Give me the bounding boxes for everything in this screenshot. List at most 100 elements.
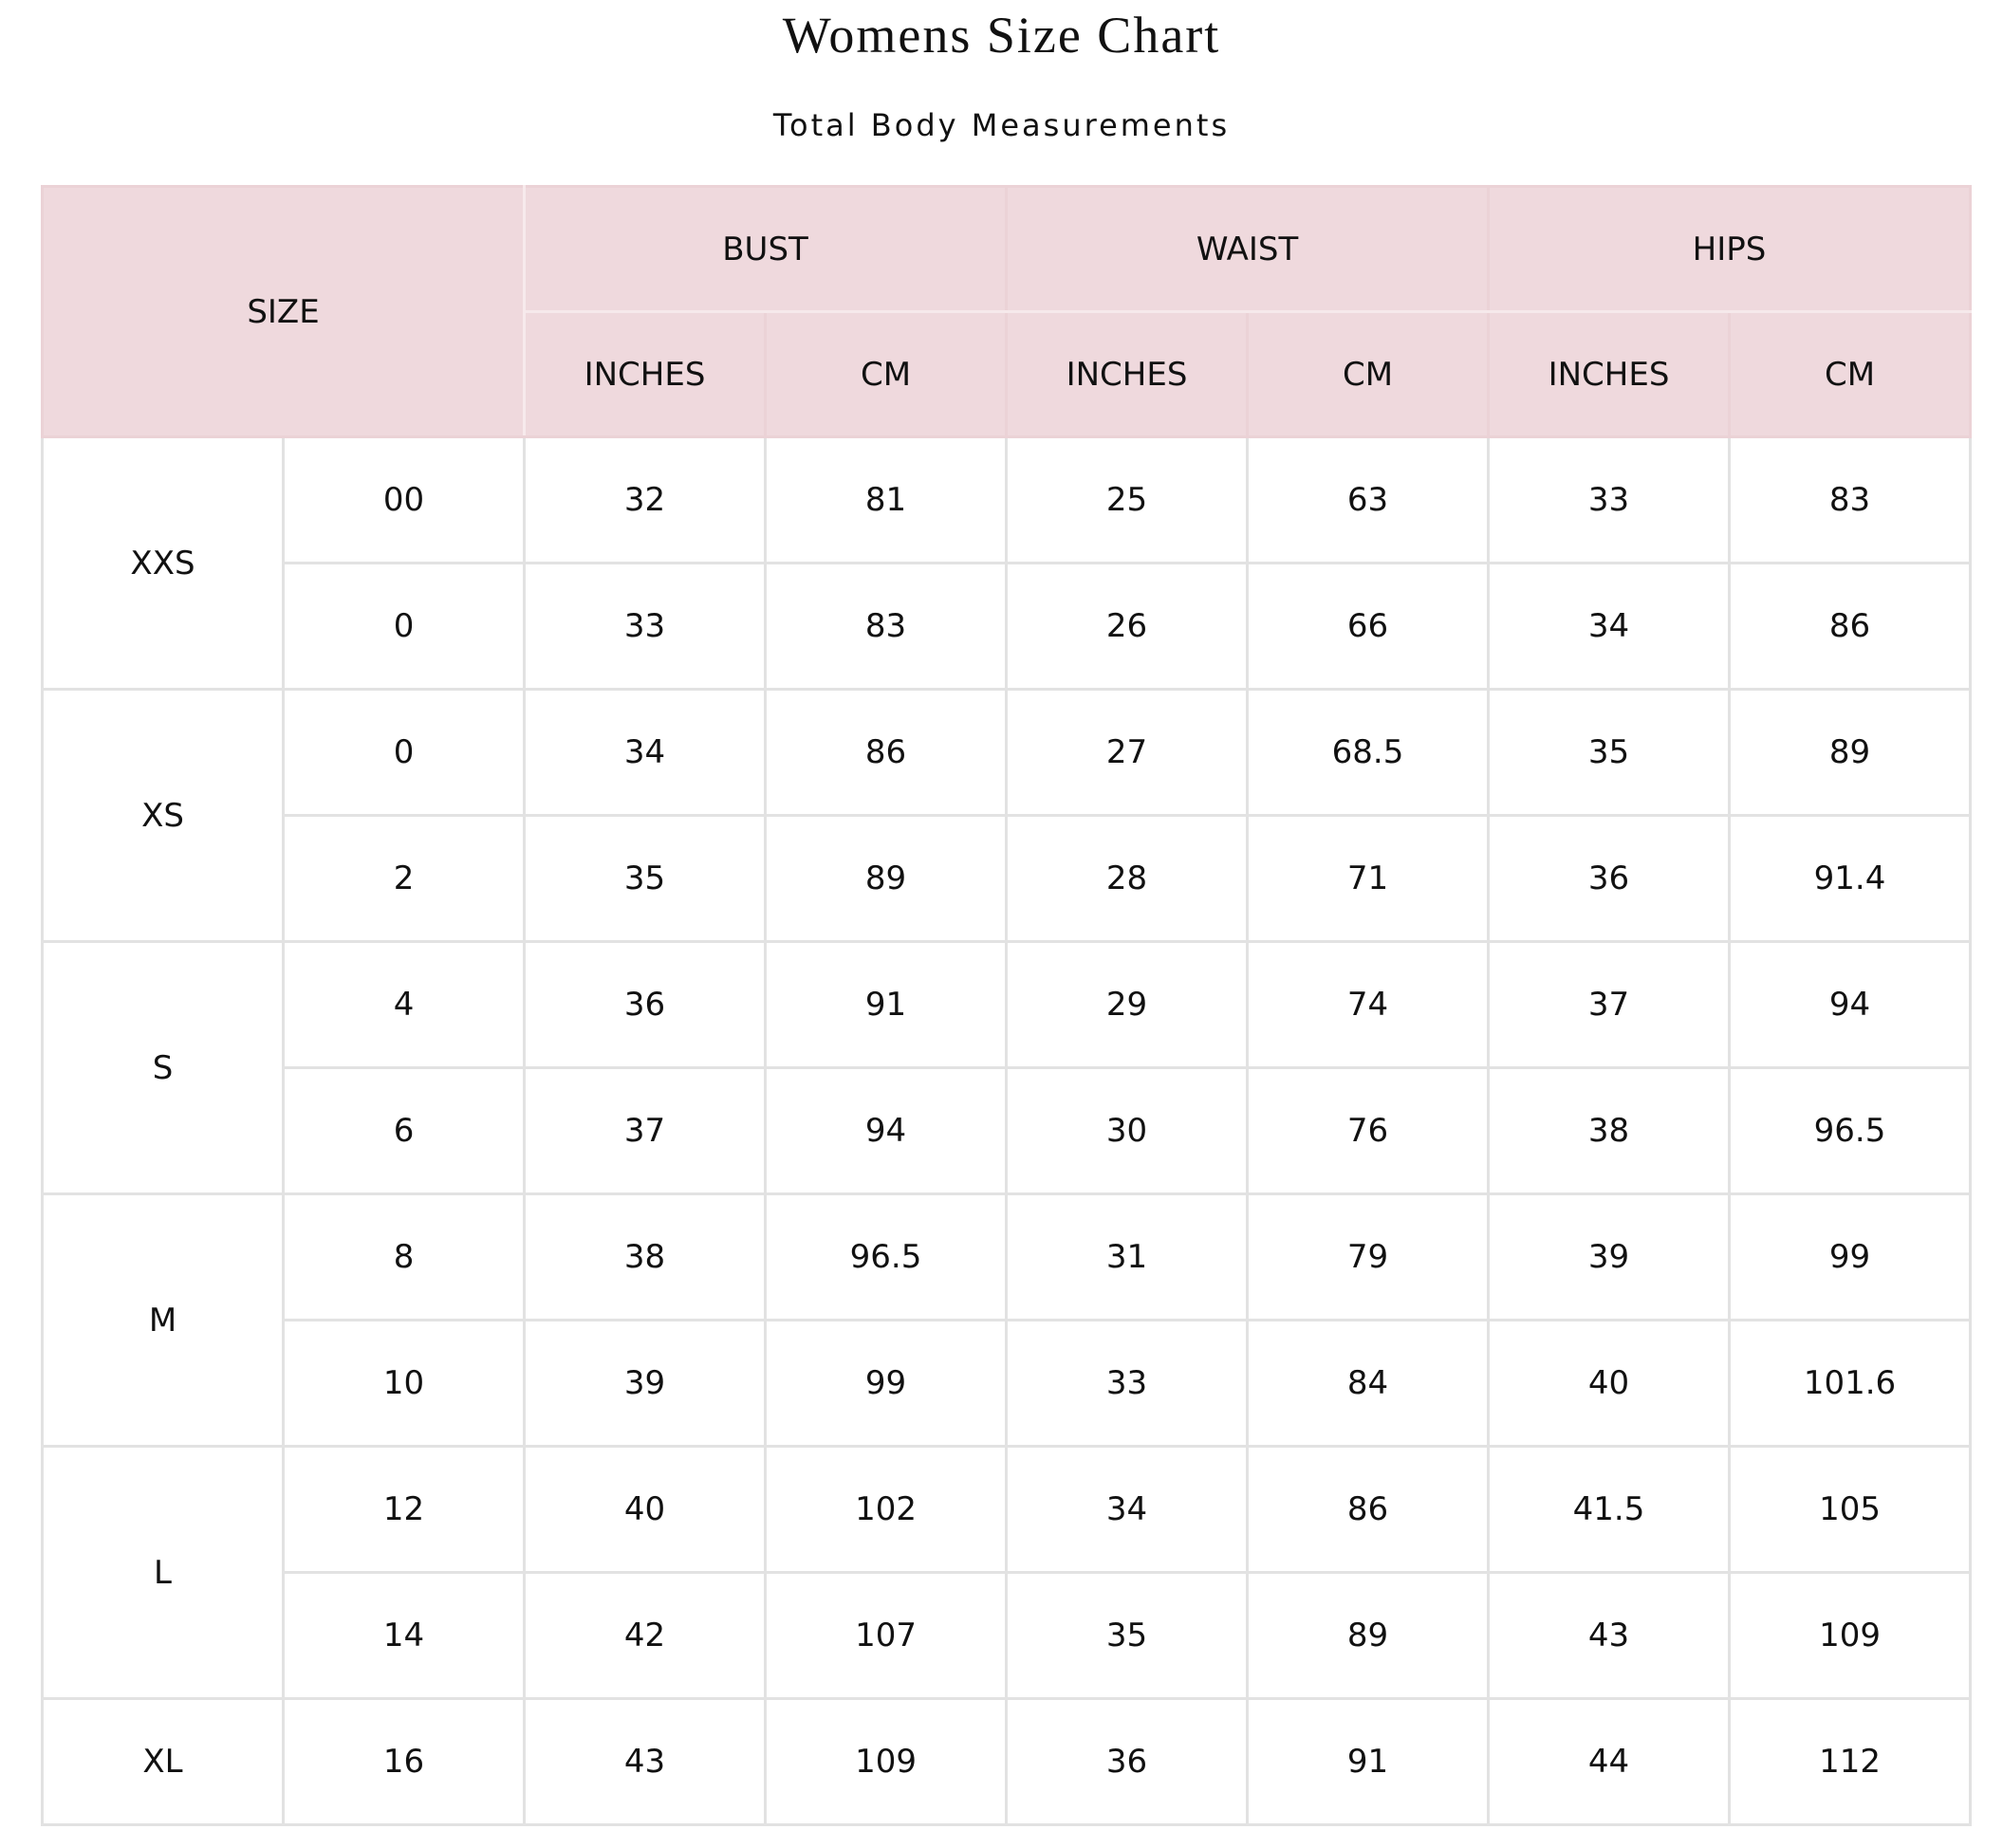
size-label-cell: XL [41,1697,285,1826]
measurement-cell: 89 [1246,1571,1491,1700]
size-number-cell: 0 [281,688,527,817]
measurement-cell: 94 [764,1066,1009,1195]
measurement-cell: 39 [523,1319,768,1448]
measurement-cell: 38 [523,1192,768,1321]
size-number-cell: 0 [281,562,527,691]
measurement-cell: 66 [1246,562,1491,691]
measurement-cell: 34 [523,688,768,817]
measurement-cell: 74 [1246,940,1491,1069]
bust-inches-header: INCHES [523,310,768,438]
measurement-cell: 102 [764,1445,1009,1574]
measurement-cell: 39 [1487,1192,1732,1321]
measurement-cell: 81 [764,435,1009,564]
measurement-cell: 28 [1005,814,1250,943]
table-row: S 4 36 91 29 74 37 94 [41,940,1973,1195]
header-row-groups: SIZE BUST WAIST HIPS [40,185,1973,438]
waist-group-header: WAIST [1005,185,1491,313]
measurement-cell: 35 [1487,688,1732,817]
measurement-cell: 107 [764,1571,1009,1700]
table-row: M 8 38 96.5 31 79 39 99 [41,1192,1973,1448]
measurement-cell: 30 [1005,1066,1250,1195]
size-chart-table: SIZE BUST WAIST HIPS INCHES CM INCHES CM… [40,185,1973,1826]
hips-inches-header: INCHES [1487,310,1732,438]
measurement-cell: 36 [1487,814,1732,943]
size-number-cell: 8 [281,1192,527,1321]
size-number-cell: 12 [281,1445,527,1574]
size-label-cell: XS [41,688,285,943]
measurement-cell: 86 [764,688,1009,817]
table-row: 10 39 99 33 84 40 101.6 [43,1319,1973,1448]
table-row: 14 42 107 35 89 43 109 [43,1571,1973,1700]
measurement-cell: 37 [523,1066,768,1195]
measurement-cell: 79 [1246,1192,1491,1321]
measurement-cell: 29 [1005,940,1250,1069]
table-header: SIZE BUST WAIST HIPS INCHES CM INCHES CM… [40,185,1973,438]
measurement-cell: 91.4 [1728,814,1973,943]
measurement-cell: 109 [764,1697,1009,1826]
measurement-cell: 33 [1487,435,1732,564]
measurement-cell: 99 [1728,1192,1973,1321]
measurement-cell: 35 [523,814,768,943]
measurement-cell: 26 [1005,562,1250,691]
bust-group-header: BUST [523,185,1009,313]
measurement-cell: 27 [1005,688,1250,817]
measurement-cell: 34 [1487,562,1732,691]
size-number-cell: 14 [281,1571,527,1700]
measurement-cell: 71 [1246,814,1491,943]
table-row: 6 37 94 30 76 38 96.5 [43,1066,1973,1195]
size-label-cell: XXS [41,435,285,691]
hips-cm-header: CM [1728,310,1973,438]
table-row: L 12 40 102 34 86 41.5 105 [41,1445,1973,1700]
size-column-header: SIZE [40,185,527,438]
measurement-cell: 40 [1487,1319,1732,1448]
measurement-cell: 94 [1728,940,1973,1069]
measurement-cell: 43 [1487,1571,1732,1700]
measurement-cell: 36 [1005,1697,1250,1826]
measurement-cell: 83 [1728,435,1973,564]
measurement-cell: 86 [1246,1445,1491,1574]
size-number-cell: 16 [281,1697,527,1826]
measurement-cell: 44 [1487,1697,1732,1826]
measurement-cell: 89 [764,814,1009,943]
waist-inches-header: INCHES [1005,310,1250,438]
measurement-cell: 32 [523,435,768,564]
table-row: XS 0 34 86 27 68.5 35 89 [41,688,1973,943]
measurement-cell: 43 [523,1697,768,1826]
page-subtitle: Total Body Measurements [772,107,1231,143]
measurement-cell: 42 [523,1571,768,1700]
measurement-cell: 25 [1005,435,1250,564]
measurement-cell: 91 [1246,1697,1491,1826]
measurement-cell: 31 [1005,1192,1250,1321]
table-body: XXS 00 32 81 25 63 33 83 0 33 83 26 66 34 86 XS 0 34 86 27 6… [41,435,1973,1826]
table-row: 0 33 83 26 66 34 86 [43,562,1973,691]
measurement-cell: 34 [1005,1445,1250,1574]
measurement-cell: 91 [764,940,1009,1069]
size-label-cell: M [41,1192,285,1448]
waist-cm-header: CM [1246,310,1491,438]
measurement-cell: 109 [1728,1571,1973,1700]
hips-group-header: HIPS [1487,185,1973,313]
size-number-cell: 2 [281,814,527,943]
table-row: XL 16 43 109 36 91 44 112 [41,1697,1973,1826]
size-number-cell: 4 [281,940,527,1069]
measurement-cell: 37 [1487,940,1732,1069]
measurement-cell: 86 [1728,562,1973,691]
measurement-cell: 36 [523,940,768,1069]
measurement-cell: 76 [1246,1066,1491,1195]
measurement-cell: 89 [1728,688,1973,817]
size-number-cell: 6 [281,1066,527,1195]
measurement-cell: 40 [523,1445,768,1574]
page-title: Womens Size Chart [782,7,1221,64]
measurement-cell: 83 [764,562,1009,691]
measurement-cell: 41.5 [1487,1445,1732,1574]
measurement-cell: 33 [523,562,768,691]
table-row: 2 35 89 28 71 36 91.4 [43,814,1973,943]
measurement-cell: 63 [1246,435,1491,564]
measurement-cell: 68.5 [1246,688,1491,817]
measurement-cell: 84 [1246,1319,1491,1448]
table-row: XXS 00 32 81 25 63 33 83 [41,435,1973,691]
measurement-cell: 99 [764,1319,1009,1448]
measurement-cell: 35 [1005,1571,1250,1700]
measurement-cell: 96.5 [1728,1066,1973,1195]
measurement-cell: 33 [1005,1319,1250,1448]
